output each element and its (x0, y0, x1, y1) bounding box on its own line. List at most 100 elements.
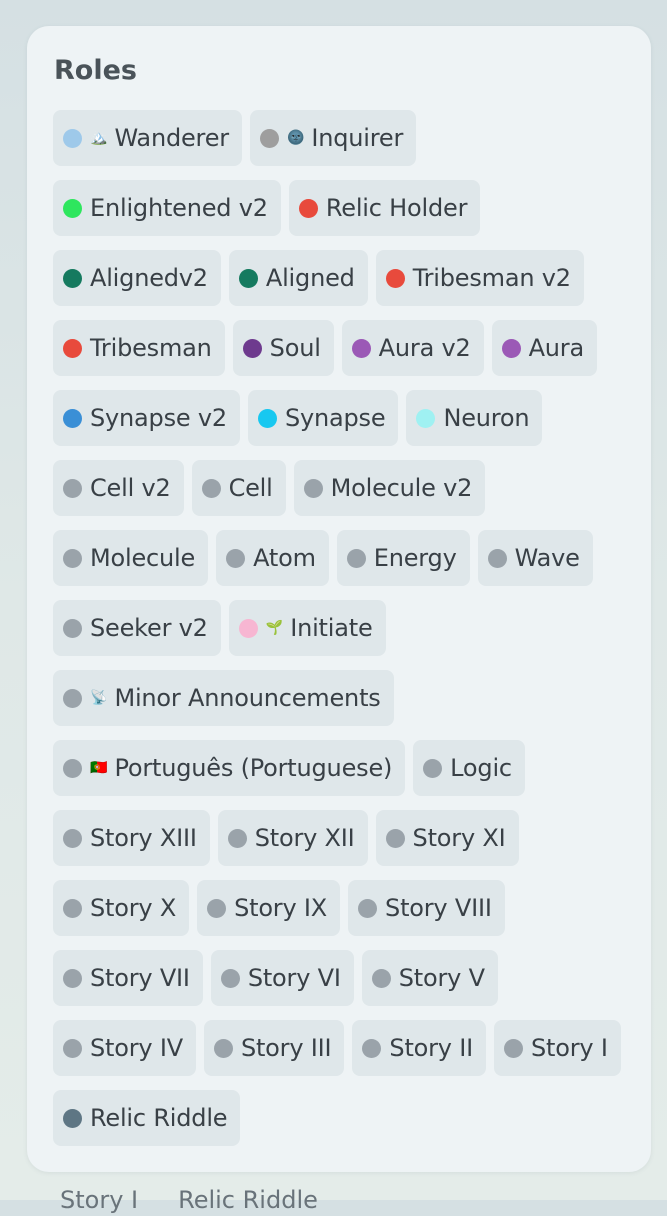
role-color-dot (63, 128, 82, 148)
mountain-icon: 🏔️ (90, 130, 108, 146)
role-name: Neuron (443, 404, 530, 432)
role-chip[interactable]: Neuron (406, 390, 543, 446)
role-chip[interactable]: Alignedv2 (53, 250, 221, 306)
role-chip[interactable]: Enlightened v2 (53, 180, 281, 236)
role-color-dot (487, 548, 507, 568)
role-chip[interactable]: Tribesman v2 (375, 250, 584, 306)
role-chip[interactable]: Synapse (247, 390, 399, 446)
role-chip[interactable]: Aura v2 (341, 320, 484, 376)
role-color-dot (220, 968, 240, 988)
role-chip[interactable]: Tribesman (53, 320, 225, 376)
roles-list: 🏔️ Wanderer 🌚 Inquirer Enlightened v2 Relic H… (53, 110, 633, 1146)
role-chip[interactable]: Synapse v2 (53, 390, 240, 446)
role-color-dot (63, 1108, 82, 1128)
portugal-flag-icon: 🇵🇹 (90, 760, 108, 776)
role-chip[interactable]: 🏔️ Wanderer (53, 110, 242, 166)
role-chip[interactable]: Atom (216, 530, 329, 586)
role-name: Story IV (90, 1034, 183, 1062)
role-color-dot (238, 268, 258, 288)
role-color-dot (63, 408, 82, 428)
role-name: Aura v2 (378, 334, 471, 362)
role-chip[interactable]: Molecule (53, 530, 209, 586)
role-color-dot (423, 758, 443, 778)
role-chip[interactable]: Story VIII (348, 880, 505, 936)
role-chip[interactable]: Story X (53, 880, 190, 936)
role-chip[interactable]: Story III (203, 1020, 345, 1076)
role-chip[interactable]: Cell v2 (53, 460, 184, 516)
role-name: Story IX (234, 894, 328, 922)
role-chip[interactable]: Soul (232, 320, 334, 376)
role-color-dot (371, 968, 391, 988)
role-color-dot (63, 548, 82, 568)
role-chip[interactable]: Story II (352, 1020, 486, 1076)
role-color-dot (346, 548, 366, 568)
role-chip[interactable]: Wave (477, 530, 593, 586)
role-name: Story V (398, 964, 485, 992)
role-chip[interactable]: 🌚 Inquirer (249, 110, 417, 166)
satellite-dish-icon: 📡 (90, 690, 108, 706)
role-chip[interactable]: 🇵🇹 Português (Portuguese) (53, 740, 406, 796)
role-chip[interactable]: Story I (494, 1020, 621, 1076)
role-chip[interactable]: Logic (413, 740, 525, 796)
role-color-dot (238, 618, 258, 638)
role-color-dot (63, 478, 82, 498)
role-color-dot (303, 478, 323, 498)
role-name: Seeker v2 (90, 614, 208, 642)
role-color-dot (259, 128, 279, 148)
role-name: Synapse v2 (90, 404, 227, 432)
role-color-dot (226, 548, 246, 568)
scroll-peek-row: Story I Relic Riddle (60, 1186, 318, 1216)
role-chip[interactable]: Seeker v2 (53, 600, 221, 656)
role-name: Cell v2 (90, 474, 171, 502)
role-name: Enlightened v2 (90, 194, 268, 222)
role-color-dot (63, 828, 82, 848)
role-chip[interactable]: Aura (491, 320, 597, 376)
roles-title: Roles (54, 55, 137, 86)
role-name: Molecule (90, 544, 196, 572)
role-chip[interactable]: Relic Riddle (53, 1090, 241, 1146)
role-chip[interactable]: Relic Holder (288, 180, 481, 236)
role-chip[interactable]: Aligned (228, 250, 368, 306)
role-chip[interactable]: Story IV (53, 1020, 196, 1076)
roles-panel: Roles 🏔️ Wanderer 🌚 Inquirer Enlightened v2 R… (27, 26, 651, 1172)
role-chip[interactable]: 📡 Minor Announcements (53, 670, 394, 726)
role-color-dot (63, 758, 82, 778)
moon-face-icon: 🌚 (286, 130, 305, 146)
role-color-dot (213, 1038, 233, 1058)
role-color-dot (501, 338, 521, 358)
role-chip[interactable]: Cell (191, 460, 286, 516)
role-name: Story VI (247, 964, 341, 992)
role-color-dot (227, 828, 247, 848)
role-color-dot (358, 898, 378, 918)
role-chip[interactable]: Story VII (53, 950, 203, 1006)
role-name: Soul (269, 334, 321, 362)
role-chip[interactable]: Story V (361, 950, 498, 1006)
role-color-dot (257, 408, 277, 428)
role-chip[interactable]: Story IX (197, 880, 341, 936)
role-color-dot (63, 268, 82, 288)
role-name: Relic Riddle (90, 1104, 228, 1132)
role-chip[interactable]: Molecule v2 (293, 460, 486, 516)
role-name: Energy (373, 544, 457, 572)
role-chip[interactable]: Story XIII (53, 810, 210, 866)
role-color-dot (63, 338, 82, 358)
role-chip[interactable]: Energy (336, 530, 470, 586)
role-color-dot (385, 828, 405, 848)
role-name: Story X (90, 894, 177, 922)
role-name: Molecule v2 (330, 474, 473, 502)
role-name: Story I (531, 1034, 608, 1062)
role-color-dot (201, 478, 221, 498)
role-chip[interactable]: 🌱 Initiate (228, 600, 386, 656)
role-name: Initiate (290, 614, 373, 642)
peek-role-right: Relic Riddle (178, 1186, 318, 1214)
role-color-dot (63, 1038, 82, 1058)
role-name: Wanderer (114, 124, 229, 152)
role-color-dot (63, 618, 82, 638)
role-color-dot (362, 1038, 382, 1058)
role-name: Story XI (412, 824, 506, 852)
role-chip[interactable]: Story XII (217, 810, 368, 866)
role-color-dot (504, 1038, 523, 1058)
role-chip[interactable]: Story VI (210, 950, 354, 1006)
role-chip[interactable]: Story XI (375, 810, 519, 866)
role-color-dot (351, 338, 371, 358)
